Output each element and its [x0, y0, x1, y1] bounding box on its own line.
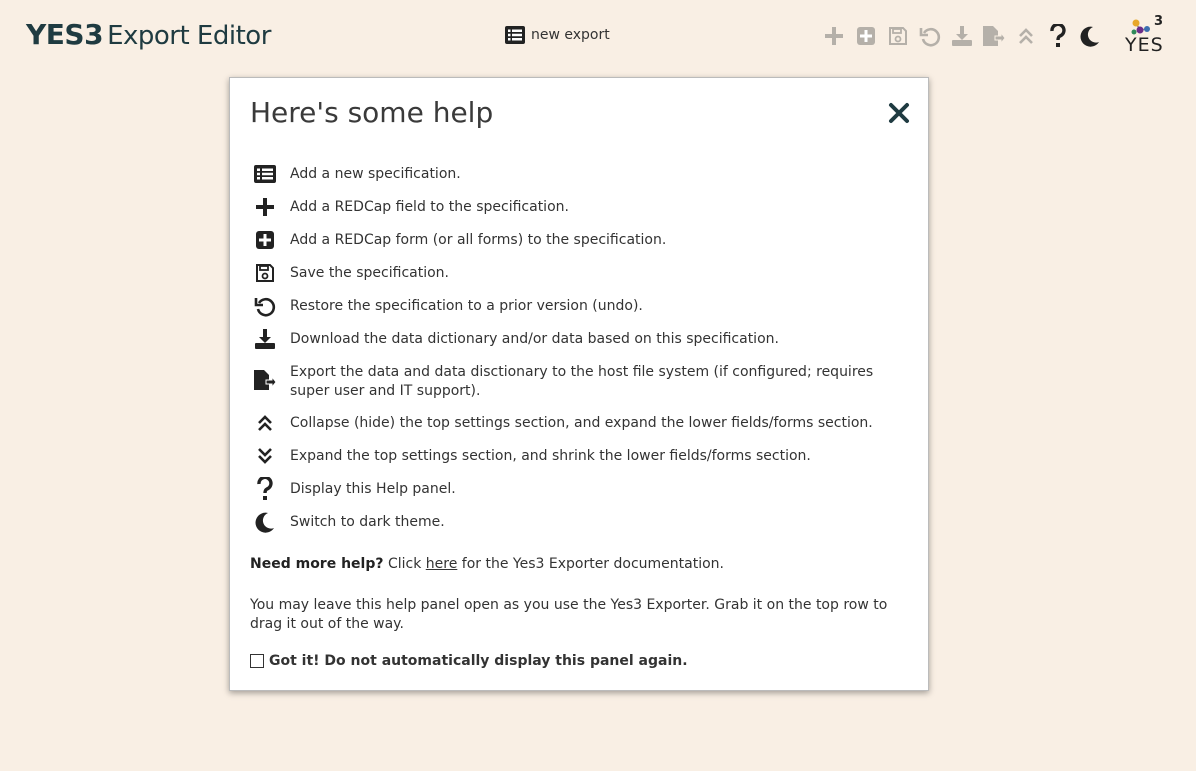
- expand-icon: [250, 444, 280, 468]
- help-item-undo: Restore the specification to a prior ver…: [250, 294, 910, 327]
- list-icon: [505, 26, 525, 44]
- help-item-text: Display this Help panel.: [290, 481, 456, 497]
- download-icon: [952, 26, 972, 46]
- help-item-add-form: Add a REDCap form (or all forms) to the …: [250, 228, 910, 261]
- app-title-brand: YES3: [26, 18, 104, 51]
- help-item-collapse: Collapse (hide) the top settings section…: [250, 411, 910, 444]
- help-item-expand: Expand the top settings section, and shr…: [250, 444, 910, 477]
- help-item-text: Save the specification.: [290, 265, 449, 281]
- help-button[interactable]: [1042, 20, 1074, 52]
- leave-open-text: You may leave this help panel open as yo…: [250, 597, 888, 632]
- more-help-pre: Click: [383, 556, 426, 572]
- moon-icon: [1080, 26, 1099, 47]
- plus-square-icon: [857, 27, 875, 45]
- export-file-icon: [983, 26, 1006, 46]
- close-button[interactable]: [888, 102, 912, 126]
- toolbar: [818, 20, 1106, 52]
- dark-theme-button[interactable]: [1074, 20, 1106, 52]
- more-help-bold: Need more help?: [250, 556, 384, 572]
- header: YES3 Export Editor new export 3 YES: [0, 0, 1196, 72]
- help-item-save: Save the specification.: [250, 261, 910, 294]
- help-item-text: Expand the top settings section, and shr…: [290, 448, 811, 464]
- download-icon: [250, 327, 280, 351]
- save-icon: [250, 261, 280, 285]
- logo-superscript: 3: [1154, 14, 1164, 29]
- help-panel-title: Here's some help: [250, 96, 494, 129]
- help-item-text: Collapse (hide) the top settings section…: [290, 415, 873, 431]
- help-list: Add a new specification. Add a REDCap fi…: [250, 162, 910, 543]
- moon-icon: [250, 510, 280, 534]
- gotit-checkbox-row[interactable]: Got it! Do not automatically display thi…: [250, 653, 688, 669]
- plus-icon: [825, 27, 843, 45]
- download-button[interactable]: [946, 20, 978, 52]
- gotit-checkbox[interactable]: [250, 654, 264, 668]
- help-item-export: Export the data and data disctionary to …: [250, 360, 910, 411]
- collapse-icon: [1019, 28, 1033, 44]
- help-item-help: Display this Help panel.: [250, 477, 910, 510]
- collapse-icon: [250, 411, 280, 435]
- help-item-text: Restore the specification to a prior ver…: [290, 298, 643, 314]
- help-panel[interactable]: Here's some help Add a new specification…: [229, 77, 929, 691]
- app-title-rest: Export Editor: [107, 21, 271, 51]
- undo-icon: [919, 27, 941, 47]
- more-help-text: Need more help? Click here for the Yes3 …: [250, 556, 724, 572]
- documentation-link[interactable]: here: [426, 556, 458, 572]
- yes3-logo: 3 YES: [1122, 14, 1168, 58]
- help-item-add-field: Add a REDCap field to the specification.: [250, 195, 910, 228]
- close-icon: [889, 103, 909, 123]
- help-item-text: Export the data and data disctionary to …: [290, 364, 874, 399]
- more-help-post: for the Yes3 Exporter documentation.: [457, 556, 724, 572]
- plus-icon: [250, 195, 280, 219]
- export-button[interactable]: [978, 20, 1010, 52]
- help-icon: [1050, 24, 1066, 47]
- list-icon: [250, 162, 280, 186]
- new-export-label: new export: [531, 27, 610, 43]
- save-button[interactable]: [882, 20, 914, 52]
- help-item-new-spec: Add a new specification.: [250, 162, 910, 195]
- help-item-dark-theme: Switch to dark theme.: [250, 510, 910, 543]
- help-item-text: Download the data dictionary and/or data…: [290, 331, 779, 347]
- plus-square-icon: [250, 228, 280, 252]
- help-item-text: Add a REDCap field to the specification.: [290, 199, 569, 215]
- save-icon: [889, 27, 907, 45]
- collapse-button[interactable]: [1010, 20, 1042, 52]
- undo-button[interactable]: [914, 20, 946, 52]
- help-item-text: Add a REDCap form (or all forms) to the …: [290, 232, 667, 248]
- app-title: YES3 Export Editor: [26, 18, 271, 51]
- add-form-button[interactable]: [850, 20, 882, 52]
- add-field-button[interactable]: [818, 20, 850, 52]
- gotit-label: Got it! Do not automatically display thi…: [269, 653, 688, 669]
- new-export-button[interactable]: new export: [505, 26, 610, 44]
- help-icon: [250, 477, 280, 501]
- undo-icon: [250, 294, 280, 318]
- help-item-text: Add a new specification.: [290, 166, 461, 182]
- logo-text: YES: [1125, 34, 1164, 56]
- help-item-text: Switch to dark theme.: [290, 514, 445, 530]
- export-file-icon: [250, 368, 280, 392]
- help-item-download: Download the data dictionary and/or data…: [250, 327, 910, 360]
